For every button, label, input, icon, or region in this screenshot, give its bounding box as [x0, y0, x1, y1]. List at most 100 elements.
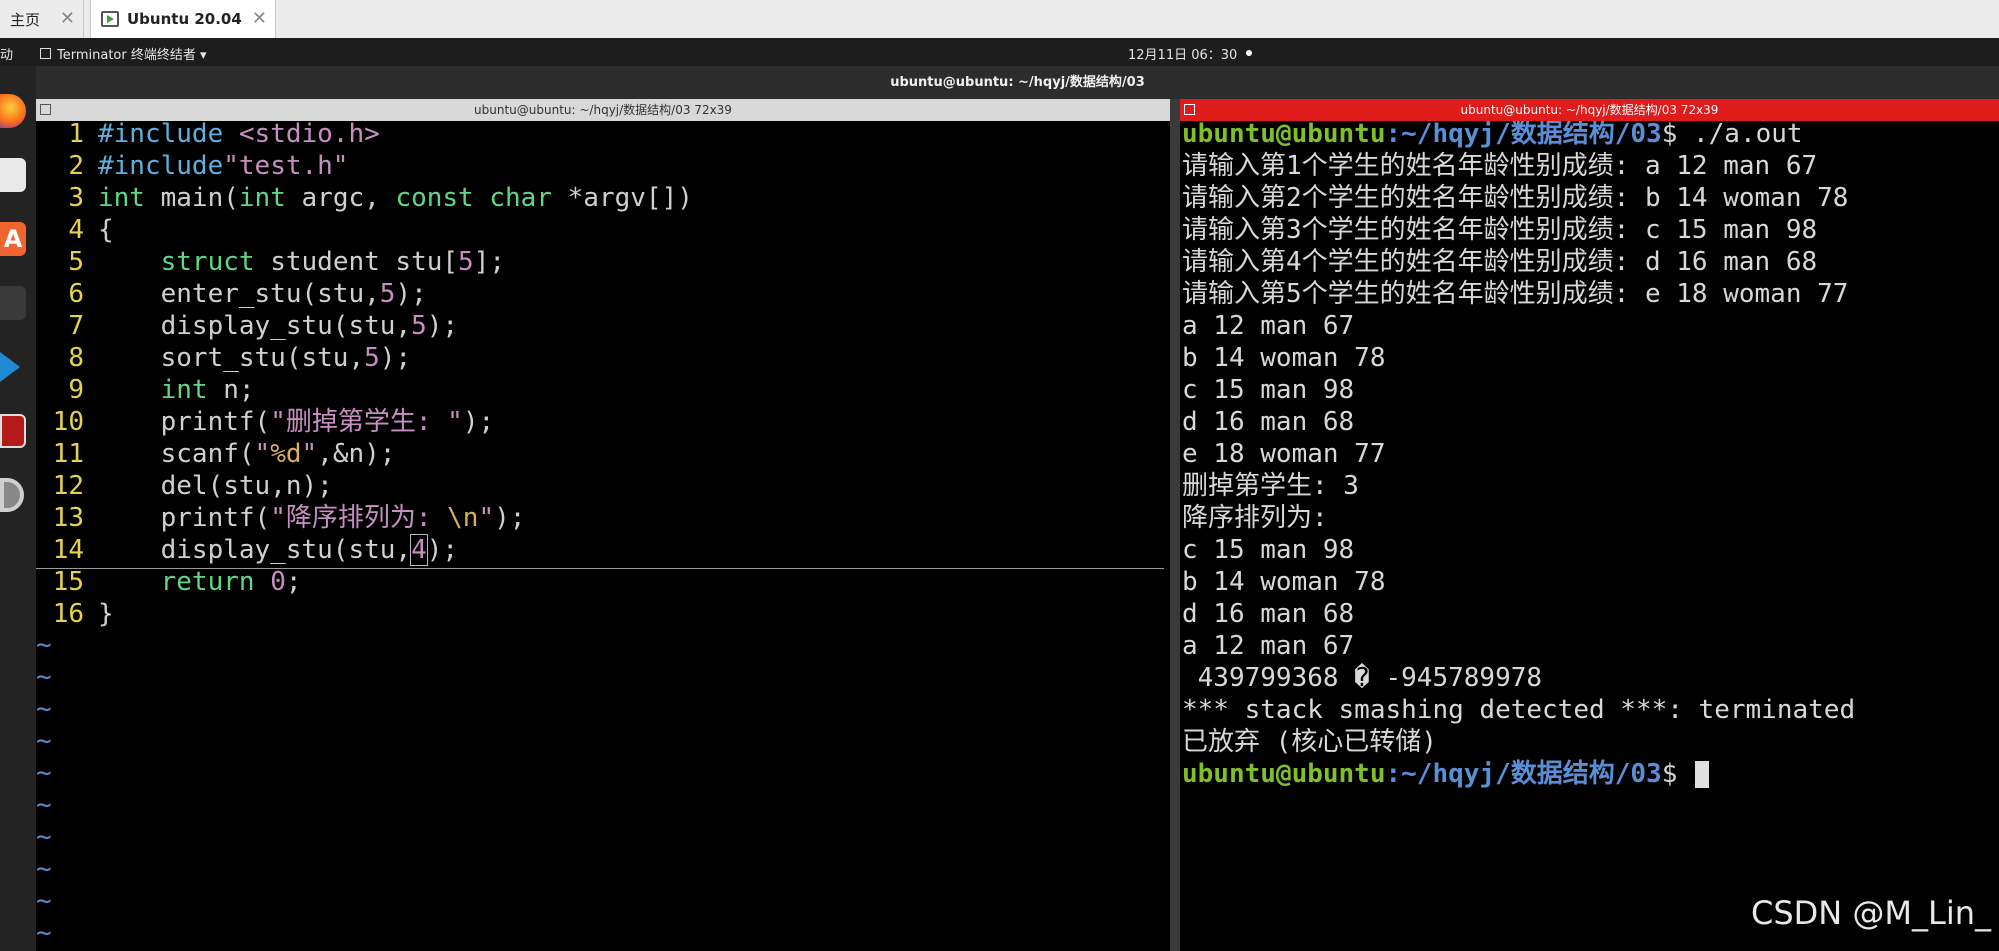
line-number: 14 — [52, 535, 84, 565]
dock: A — [0, 66, 36, 951]
empty-line-tilde: ~ — [36, 822, 52, 852]
output-line: 439799368 � -945789978 — [1182, 663, 1543, 693]
prompt-user: ubuntu@ubuntu — [1182, 759, 1386, 789]
terminal-icon[interactable] — [0, 286, 26, 320]
command-text: ./a.out — [1693, 121, 1803, 149]
code-text: int main(int argc, const char *argv[]) — [98, 183, 693, 213]
prompt-symbol: $ — [1661, 759, 1693, 789]
output-line: b 14 woman 78 — [1182, 567, 1386, 597]
line-number: 10 — [52, 407, 84, 437]
output-line: 降序排列为: — [1182, 503, 1328, 533]
empty-line-tilde: ~ — [36, 790, 52, 820]
output-line: b 14 woman 78 — [1182, 343, 1386, 373]
app-menu[interactable]: Terminator 终端终结者 ▾ — [40, 44, 207, 63]
split-icon[interactable] — [1184, 104, 1195, 115]
terminal-cursor[interactable] — [1695, 761, 1709, 788]
code-text: } — [98, 599, 114, 629]
output-line: 已放弃 (核心已转储) — [1182, 727, 1437, 757]
right-pane-title[interactable]: ubuntu@ubuntu: ~/hqyj/数据结构/03 72x39 — [1180, 99, 1999, 121]
close-icon[interactable]: ✕ — [60, 10, 75, 28]
output-line: a 12 man 67 — [1182, 631, 1355, 661]
output-line: a 12 man 67 — [1182, 311, 1355, 341]
window-title[interactable]: ubuntu@ubuntu: ~/hqyj/数据结构/03 — [36, 66, 1999, 99]
line-number: 2 — [68, 151, 84, 181]
code-text: { — [98, 215, 114, 245]
code-text: scanf("%d",&n); — [98, 439, 396, 469]
output-line: 请输入第3个学生的姓名年龄性别成绩: c 15 man 98 — [1182, 215, 1818, 245]
empty-line-tilde: ~ — [36, 694, 52, 724]
prompt-path: :~/hqyj/数据结构/03 — [1385, 121, 1662, 149]
code-line: 7 display_stu(stu,5); — [36, 310, 1170, 342]
code-line: 16} — [36, 598, 1170, 630]
code-line: 10 printf("删掉第学生: "); — [36, 406, 1170, 438]
output-line: e 18 woman 77 — [1182, 439, 1386, 469]
tab-home[interactable]: 主页 ✕ — [0, 0, 84, 38]
code-text: #include"test.h" — [98, 151, 349, 181]
output-line: c 15 man 98 — [1182, 535, 1355, 565]
code-line: 3 int main(int argc, const char *argv[]) — [36, 182, 1170, 214]
pane-splitter[interactable] — [1170, 99, 1180, 951]
tab-ubuntu-vm[interactable]: Ubuntu 20.04 ✕ — [90, 0, 276, 38]
code-text: printf("删掉第学生: "); — [98, 407, 495, 437]
empty-line-tilde: ~ — [36, 886, 52, 916]
output-line: d 16 man 68 — [1182, 407, 1355, 437]
files-icon[interactable] — [0, 158, 26, 192]
output-line: c 15 man 98 — [1182, 375, 1355, 405]
line-number: 5 — [68, 247, 84, 277]
output-line: 删掉第学生: 3 — [1182, 471, 1359, 501]
vm-icon — [101, 11, 119, 27]
split-icon[interactable] — [40, 104, 51, 115]
empty-line-tilde: ~ — [36, 758, 52, 788]
notification-dot-icon — [1246, 50, 1252, 56]
code-text: del(stu,n); — [98, 471, 333, 501]
code-line: 14 display_stu(stu,4); — [36, 534, 1170, 566]
empty-line-tilde: ~ — [36, 662, 52, 692]
software-icon[interactable]: A — [0, 222, 26, 256]
code-text: int n; — [160, 375, 255, 405]
watermark: CSDN @M_Lin_ — [1750, 894, 1991, 932]
vscode-icon[interactable] — [0, 350, 26, 384]
code-line: 12 del(stu,n); — [36, 470, 1170, 502]
left-pane-title[interactable]: ubuntu@ubuntu: ~/hqyj/数据结构/03 72x39 — [36, 99, 1170, 121]
prompt-line: ubuntu@ubuntu:~/hqyj/数据结构/03$ — [1182, 758, 1709, 790]
empty-line-tilde: ~ — [36, 726, 52, 756]
code-text: printf("降序排列为: \n"); — [98, 503, 526, 533]
code-line: 8 sort_stu(stu,5); — [36, 342, 1170, 374]
close-icon[interactable]: ✕ — [252, 10, 267, 28]
line-number: 15 — [52, 567, 84, 597]
top-panel: 动 Terminator 终端终结者 ▾ 12月11日 06：30 — [0, 38, 1999, 66]
code-text: #include <stdio.h> — [98, 121, 380, 149]
line-number: 6 — [68, 279, 84, 309]
output-line: *** stack smashing detected ***: termina… — [1182, 695, 1856, 725]
app-menu-label: Terminator 终端终结者 ▾ — [57, 48, 207, 63]
prompt-path: :~/hqyj/数据结构/03 — [1385, 759, 1662, 789]
settings-icon[interactable] — [0, 478, 24, 512]
code-line: 1 #include <stdio.h> — [36, 121, 1170, 150]
terminal-pane[interactable]: ubuntu@ubuntu:~/hqyj/数据结构/03$ ./a.out 请输… — [1180, 121, 1999, 951]
empty-line-tilde: ~ — [36, 918, 52, 948]
prompt-symbol: $ — [1661, 121, 1693, 149]
line-number: 9 — [68, 375, 84, 405]
line-number: 4 — [68, 215, 84, 245]
code-text: display_stu(stu,5); — [98, 311, 459, 341]
code-text: return 0; — [160, 567, 302, 597]
vim-editor[interactable]: 1 #include <stdio.h> 2 #include"test.h" 3i… — [36, 121, 1170, 951]
line-number: 8 — [68, 343, 84, 373]
code-line: 13 printf("降序排列为: \n"); — [36, 502, 1170, 534]
line-number: 1 — [68, 121, 84, 149]
output-line: 请输入第1个学生的姓名年龄性别成绩: a 12 man 67 — [1182, 151, 1818, 181]
firefox-icon[interactable] — [0, 94, 26, 128]
output-line: 请输入第4个学生的姓名年龄性别成绩: d 16 man 68 — [1182, 247, 1818, 277]
terminator-icon[interactable] — [0, 414, 26, 448]
activities-button[interactable]: 动 — [0, 44, 13, 63]
output-line: 请输入第5个学生的姓名年龄性别成绩: e 18 woman 77 — [1182, 279, 1849, 309]
code-line: 2 #include"test.h" — [36, 150, 1170, 182]
code-line: 4{ — [36, 214, 1170, 246]
empty-line-tilde: ~ — [36, 630, 52, 660]
line-number: 12 — [52, 471, 84, 501]
clock[interactable]: 12月11日 06：30 — [1128, 44, 1237, 63]
code-text: display_stu(stu,4); — [98, 534, 459, 566]
code-text: struct student stu[5]; — [160, 247, 506, 277]
left-pane-title-text: ubuntu@ubuntu: ~/hqyj/数据结构/03 72x39 — [474, 103, 732, 117]
code-text: sort_stu(stu,5); — [98, 343, 412, 373]
